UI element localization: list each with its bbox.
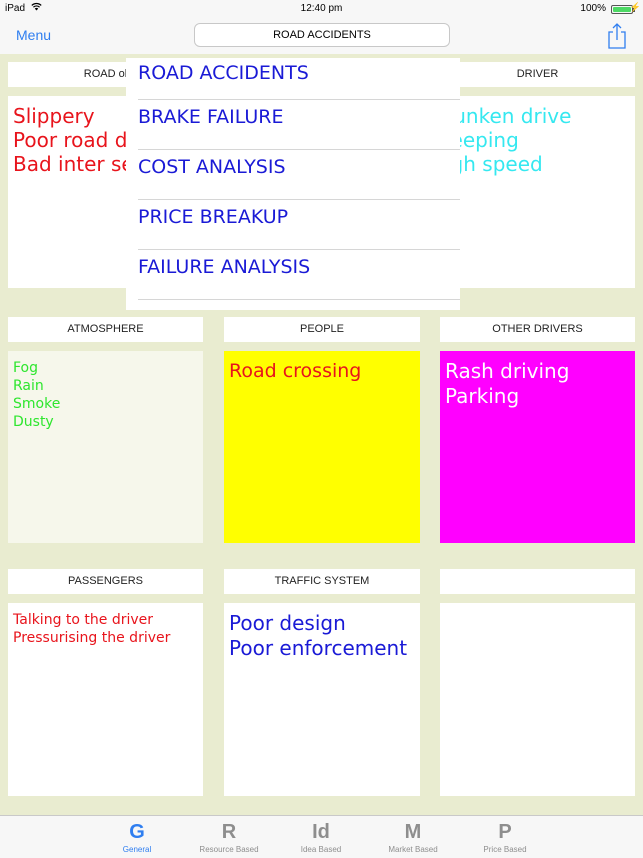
cell-line: Smoke — [13, 396, 61, 412]
cell-header-driver: DRIVER — [440, 62, 635, 87]
tab-market-based[interactable]: M Market Based — [373, 820, 453, 854]
tab-general[interactable]: G General — [97, 820, 177, 854]
tab-label: Idea Based — [300, 845, 342, 854]
status-bar: iPad 12:40 pm 100% ⚡ — [0, 0, 643, 18]
cell-body-traffic-system[interactable]: Poor design Poor enforcement — [224, 603, 420, 796]
cell-line: leeping — [445, 128, 519, 152]
cell-body-passengers[interactable]: Talking to the driver Pressurising the dr… — [8, 603, 203, 796]
cell-header-traffic-system: TRAFFIC SYSTEM — [224, 569, 420, 594]
cell-header-passengers: PASSENGERS — [8, 569, 203, 594]
tab-label: General — [122, 845, 152, 854]
cell-header-other-drivers: OTHER DRIVERS — [440, 317, 635, 342]
cell-header-people: PEOPLE — [224, 317, 420, 342]
topic-dropdown: ROAD ACCIDENTS BRAKE FAILURE COST ANALYS… — [126, 58, 460, 310]
cell-line: Dusty — [13, 414, 54, 430]
tab-label: Market Based — [388, 845, 438, 854]
title-selector[interactable]: ROAD ACCIDENTS — [194, 23, 450, 47]
cell-body-driver[interactable]: runken drive leeping igh speed — [440, 96, 635, 288]
cell-line: Fog — [13, 360, 39, 376]
cell-header-atmosphere: ATMOSPHERE — [8, 317, 203, 342]
cell-line: igh speed — [445, 152, 543, 176]
general-tab-icon: G — [129, 821, 145, 843]
tab-label: Price Based — [483, 845, 527, 854]
cell-body-people[interactable]: Road crossing — [224, 351, 420, 543]
cell-line: runken drive — [445, 104, 572, 128]
resource-tab-icon: R — [221, 821, 237, 843]
cell-line: Road crossing — [229, 360, 362, 382]
cell-body-other-drivers[interactable]: Rash driving Parking — [440, 351, 635, 543]
market-tab-icon: M — [404, 821, 422, 843]
tab-idea-based[interactable]: Id Idea Based — [281, 820, 361, 854]
cell-body-atmosphere[interactable]: Fog Rain Smoke Dusty — [8, 351, 203, 543]
dropdown-item-road-accidents[interactable]: ROAD ACCIDENTS — [138, 58, 460, 100]
dropdown-item-cost-analysis[interactable]: COST ANALYSIS — [138, 150, 460, 200]
cell-line: Parking — [445, 384, 520, 408]
tab-label: Resource Based — [199, 845, 259, 854]
dropdown-item-failure-analysis[interactable]: FAILURE ANALYSIS — [138, 250, 460, 300]
battery-percent: 100% — [580, 3, 606, 14]
cell-line: Pressurising the driver — [13, 630, 171, 646]
cell-line: Poor design — [229, 611, 346, 635]
dropdown-item-price-breakup[interactable]: PRICE BREAKUP — [138, 200, 460, 250]
cell-line: Rash driving — [445, 359, 570, 383]
clock: 12:40 pm — [300, 3, 343, 14]
charging-icon: ⚡ — [629, 2, 641, 12]
dropdown-item-brake-failure[interactable]: BRAKE FAILURE — [138, 100, 460, 150]
tab-resource-based[interactable]: R Resource Based — [189, 820, 269, 854]
menu-button[interactable]: Menu — [16, 27, 51, 43]
cell-line: Talking to the driver — [13, 612, 154, 628]
price-tab-icon: P — [498, 821, 512, 843]
cell-body-9[interactable] — [440, 603, 635, 796]
cell-line: Rain — [13, 378, 44, 394]
nav-bar: Menu ROAD ACCIDENTS — [0, 18, 643, 54]
idea-tab-icon: Id — [312, 821, 330, 843]
tab-bar: G General R Resource Based Id Idea Based… — [0, 815, 643, 858]
cell-header-9 — [440, 569, 635, 594]
cell-line: Poor enforcement — [229, 636, 408, 660]
share-icon[interactable] — [606, 22, 628, 50]
tab-price-based[interactable]: P Price Based — [465, 820, 545, 854]
